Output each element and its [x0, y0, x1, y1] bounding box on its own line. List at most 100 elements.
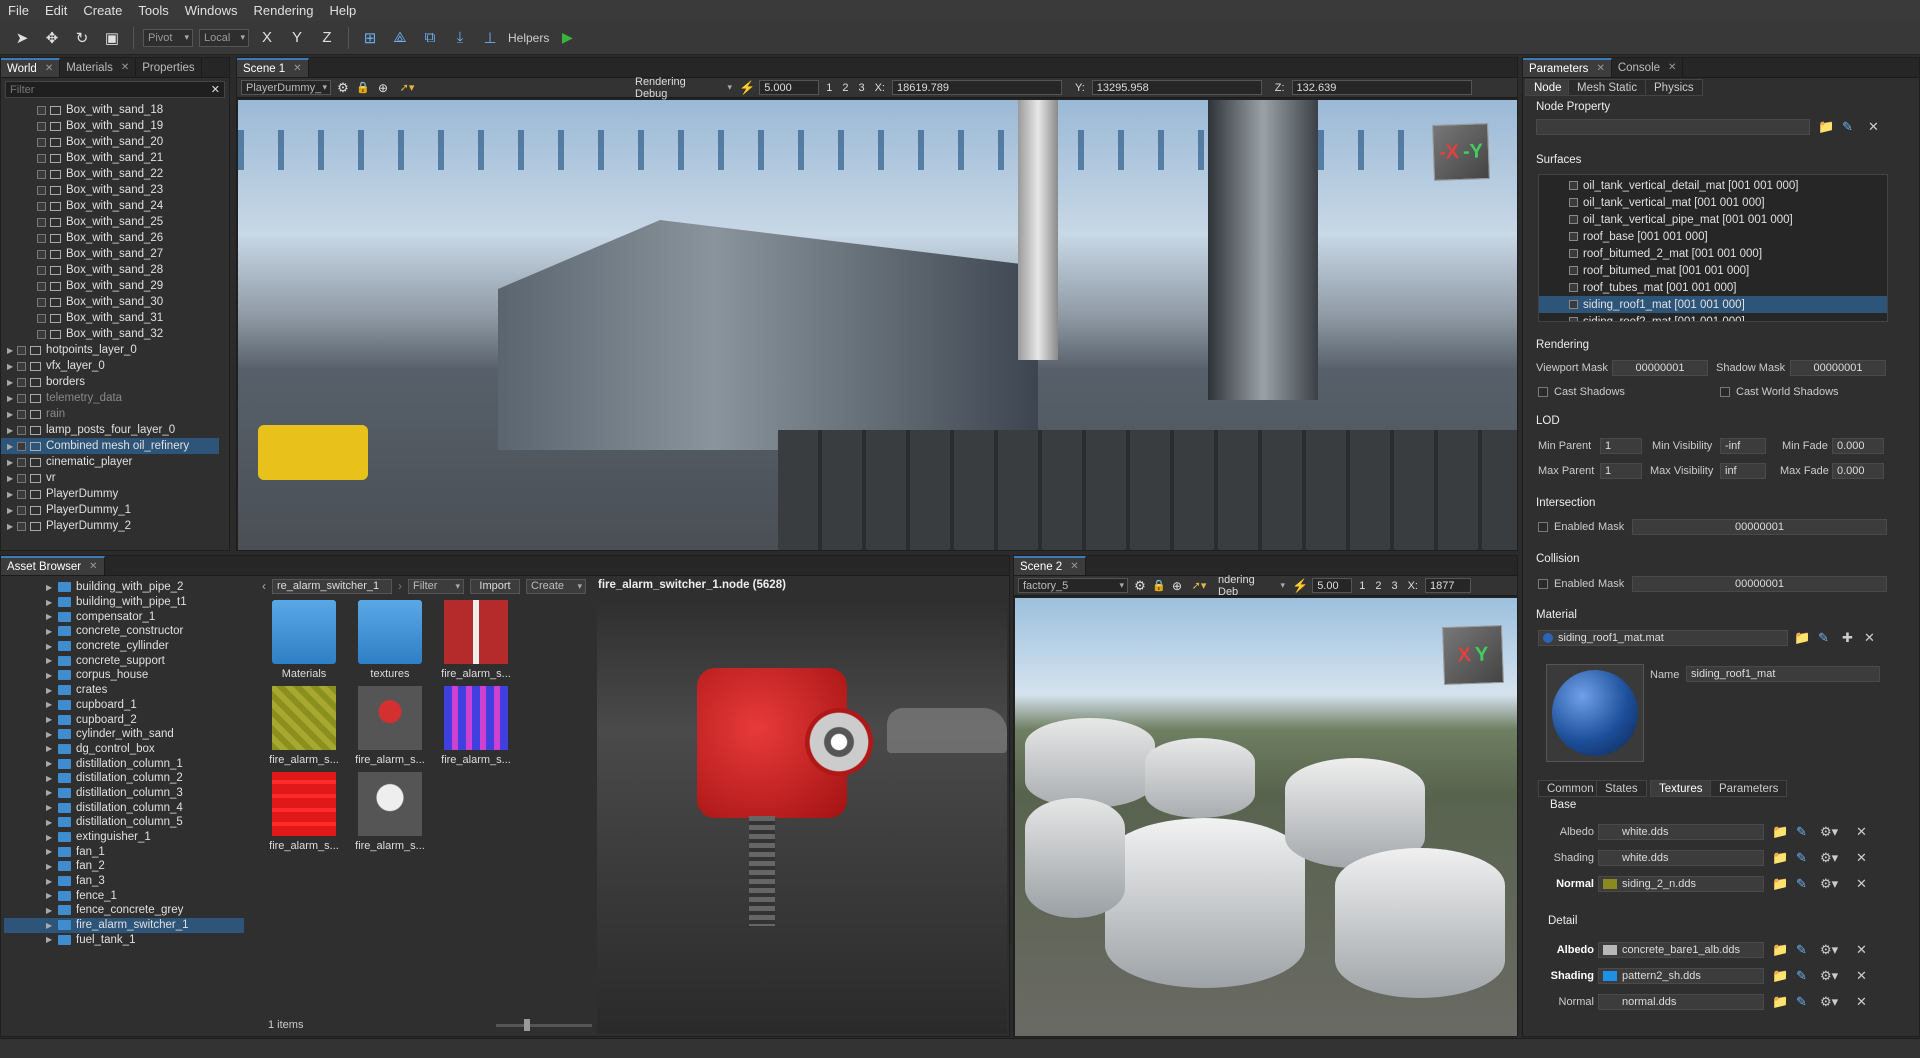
- expand-arrow-icon[interactable]: ▶: [46, 715, 58, 724]
- tab-parameters[interactable]: Parameters ✕: [1523, 58, 1612, 77]
- camera-select[interactable]: factory_5: [1018, 578, 1128, 593]
- folder-item[interactable]: ▶ fan_1: [4, 844, 244, 859]
- visibility-checkbox[interactable]: [37, 137, 46, 147]
- visibility-checkbox[interactable]: [17, 505, 26, 515]
- tab-scene1[interactable]: Scene 1 ✕: [237, 58, 309, 77]
- surface-row[interactable]: roof_tubes_mat [001 001 000]: [1539, 279, 1887, 296]
- folder-item[interactable]: ▶ concrete_support: [4, 653, 244, 668]
- asset-file-thumb[interactable]: [358, 686, 422, 750]
- tab-scene2[interactable]: Scene 2 ✕: [1014, 556, 1086, 575]
- collision-enabled-checkbox[interactable]: [1538, 579, 1548, 589]
- visibility-checkbox[interactable]: [37, 121, 46, 131]
- surface-snap-icon[interactable]: ⟁: [388, 26, 412, 50]
- tree-row[interactable]: ▶ borders: [1, 374, 219, 390]
- close-icon[interactable]: ✕: [1668, 62, 1676, 73]
- tree-row[interactable]: Box_with_sand_19: [1, 118, 219, 134]
- surface-checkbox[interactable]: [1569, 283, 1578, 292]
- close-icon[interactable]: ✕: [1868, 119, 1879, 135]
- folder-item[interactable]: ▶ extinguisher_1: [4, 830, 244, 845]
- expand-arrow-icon[interactable]: ▶: [7, 362, 17, 371]
- expand-arrow-icon[interactable]: ▶: [7, 490, 17, 499]
- tab-mat-parameters[interactable]: Parameters: [1710, 780, 1788, 797]
- menu-rendering[interactable]: Rendering: [254, 3, 314, 18]
- node-property-field[interactable]: [1536, 119, 1810, 135]
- expand-arrow-icon[interactable]: ▶: [46, 730, 58, 739]
- expand-arrow-icon[interactable]: ▶: [46, 921, 58, 930]
- visibility-checkbox[interactable]: [17, 345, 26, 355]
- menu-create[interactable]: Create: [83, 3, 122, 18]
- create-button[interactable]: Create: [526, 578, 586, 594]
- filter-button[interactable]: Filter: [408, 578, 464, 594]
- expand-arrow-icon[interactable]: ▶: [46, 686, 58, 695]
- tree-row[interactable]: ▶ hotpoints_layer_0: [1, 342, 219, 358]
- tree-row[interactable]: Box_with_sand_21: [1, 150, 219, 166]
- visibility-checkbox[interactable]: [17, 361, 26, 371]
- y-coordinate-field[interactable]: 13295.958: [1091, 80, 1262, 95]
- edit-icon[interactable]: ✎: [1842, 119, 1853, 135]
- scene1-render[interactable]: -X -Y: [238, 100, 1517, 550]
- render-mode-select[interactable]: ndering Deb: [1214, 574, 1288, 598]
- axis-x-button[interactable]: X: [255, 26, 279, 50]
- tab-console[interactable]: Console ✕: [1612, 58, 1684, 77]
- visibility-checkbox[interactable]: [37, 169, 46, 179]
- crosshair-icon[interactable]: ⊕: [375, 76, 391, 100]
- gear-icon[interactable]: ⚙▾: [1820, 824, 1838, 840]
- close-icon[interactable]: ✕: [1856, 994, 1867, 1010]
- tree-row[interactable]: ▶ cinematic_player: [1, 454, 219, 470]
- tree-row[interactable]: Box_with_sand_29: [1, 278, 219, 294]
- close-icon[interactable]: ✕: [1856, 824, 1867, 840]
- material-name-field[interactable]: siding_roof1_mat: [1686, 666, 1880, 682]
- surface-row[interactable]: roof_base [001 001 000]: [1539, 228, 1887, 245]
- tree-row[interactable]: Box_with_sand_22: [1, 166, 219, 182]
- expand-arrow-icon[interactable]: ▶: [46, 891, 58, 900]
- asset-file-thumb[interactable]: [444, 686, 508, 750]
- expand-arrow-icon[interactable]: ▶: [46, 906, 58, 915]
- close-icon[interactable]: ✕: [89, 561, 97, 572]
- close-icon[interactable]: ✕: [1596, 63, 1604, 74]
- surface-checkbox[interactable]: [1569, 232, 1578, 241]
- gear-icon[interactable]: ⚙▾: [1820, 942, 1838, 958]
- thumb-size-slider[interactable]: [496, 1019, 592, 1031]
- view-gizmo[interactable]: -X -Y: [1432, 123, 1490, 181]
- folder-icon[interactable]: 📁: [1818, 119, 1834, 135]
- add-icon[interactable]: ✚: [1842, 630, 1853, 646]
- tab-materials[interactable]: Materials ✕: [60, 58, 137, 77]
- gear-icon[interactable]: ⚙▾: [1820, 994, 1838, 1010]
- asset-folder-thumb[interactable]: [272, 600, 336, 664]
- lock-icon[interactable]: 🔒: [355, 76, 371, 100]
- folder-item[interactable]: ▶ distillation_column_3: [4, 786, 244, 801]
- edit-icon[interactable]: ✎: [1796, 850, 1807, 866]
- expand-arrow-icon[interactable]: ▶: [7, 506, 17, 515]
- close-icon[interactable]: ✕: [45, 63, 53, 74]
- expand-arrow-icon[interactable]: ▶: [7, 458, 17, 467]
- tab-world[interactable]: World ✕: [1, 58, 61, 77]
- folder-item[interactable]: ▶ distillation_column_1: [4, 756, 244, 771]
- expand-arrow-icon[interactable]: ▶: [46, 671, 58, 680]
- tree-row[interactable]: ▶ vfx_layer_0: [1, 358, 219, 374]
- visibility-checkbox[interactable]: [37, 329, 46, 339]
- pointer-icon[interactable]: ➚▾: [1188, 574, 1210, 598]
- expand-arrow-icon[interactable]: ▶: [7, 522, 17, 531]
- speed-field[interactable]: 5.00: [1312, 578, 1353, 593]
- tree-row[interactable]: Box_with_sand_25: [1, 214, 219, 230]
- surface-row[interactable]: oil_tank_vertical_detail_mat [001 001 00…: [1539, 177, 1887, 194]
- folder-item[interactable]: ▶ fan_3: [4, 874, 244, 889]
- visibility-checkbox[interactable]: [17, 377, 26, 387]
- node-snap-icon[interactable]: ⧉: [418, 26, 442, 50]
- expand-arrow-icon[interactable]: ▶: [7, 394, 17, 403]
- folder-icon[interactable]: 📁: [1772, 942, 1788, 958]
- visibility-checkbox[interactable]: [17, 441, 26, 451]
- back-arrow-icon[interactable]: ‹: [262, 579, 266, 593]
- view-1-button[interactable]: 1: [1356, 580, 1368, 592]
- tree-row[interactable]: Box_with_sand_20: [1, 134, 219, 150]
- surface-checkbox[interactable]: [1569, 198, 1578, 207]
- forward-arrow-icon[interactable]: ›: [398, 579, 402, 593]
- surface-row[interactable]: oil_tank_vertical_mat [001 001 000]: [1539, 194, 1887, 211]
- expand-arrow-icon[interactable]: ▶: [46, 862, 58, 871]
- visibility-checkbox[interactable]: [37, 297, 46, 307]
- menu-help[interactable]: Help: [330, 3, 357, 18]
- asset-preview[interactable]: [597, 598, 1007, 1034]
- surface-row[interactable]: siding_roof1_mat [001 001 000]: [1539, 296, 1887, 313]
- expand-arrow-icon[interactable]: ▶: [46, 788, 58, 797]
- min-fade-field[interactable]: 0.000: [1832, 438, 1884, 454]
